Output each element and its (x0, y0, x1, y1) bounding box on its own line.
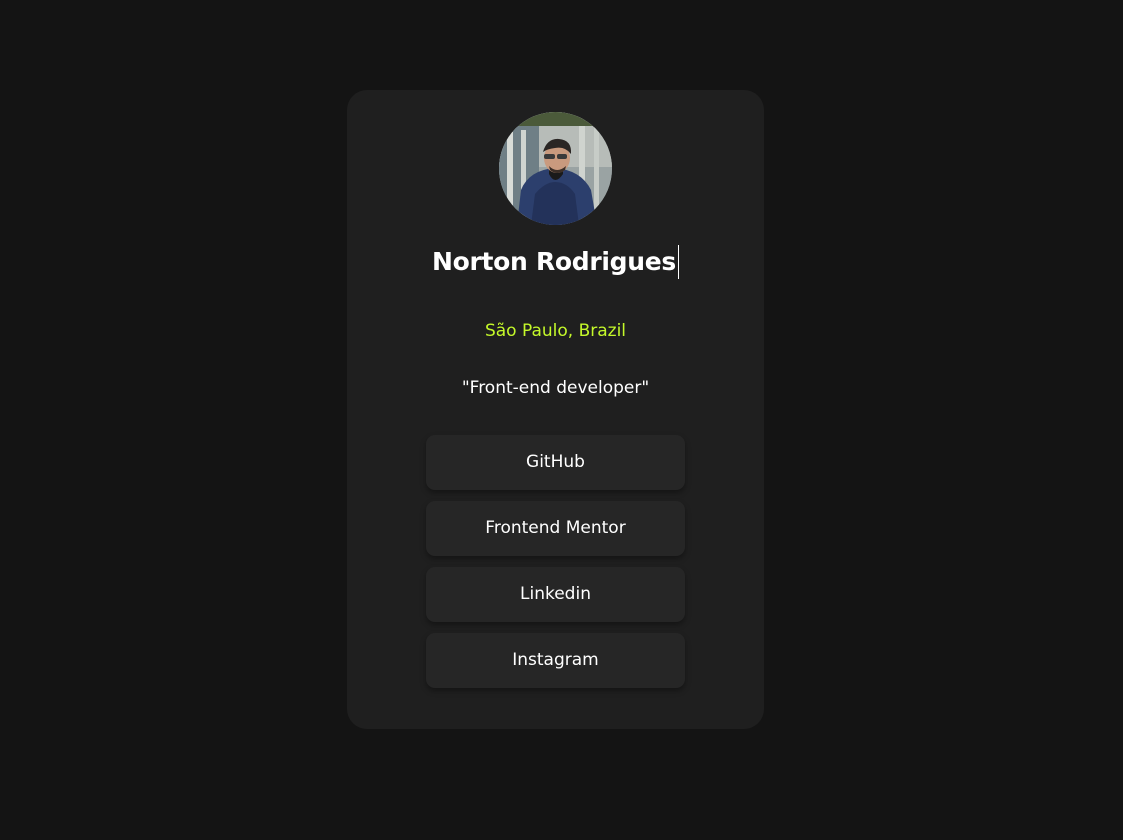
frontend-mentor-link-button[interactable]: Frontend Mentor (426, 501, 685, 556)
instagram-link-button[interactable]: Instagram (426, 633, 685, 688)
profile-bio: "Front-end developer" (461, 378, 650, 398)
avatar-photo (499, 112, 612, 225)
github-link-button[interactable]: GitHub (426, 435, 685, 490)
profile-name: Norton Rodrigues (432, 245, 679, 279)
profile-location: São Paulo, Brazil (484, 321, 627, 341)
profile-card: Norton Rodrigues São Paulo, Brazil "Fron… (347, 90, 764, 729)
name-wrapper: Norton Rodrigues (347, 245, 764, 279)
social-links: GitHub Frontend Mentor Linkedin Instagra… (426, 435, 685, 699)
avatar (499, 112, 612, 225)
linkedin-link-button[interactable]: Linkedin (426, 567, 685, 622)
